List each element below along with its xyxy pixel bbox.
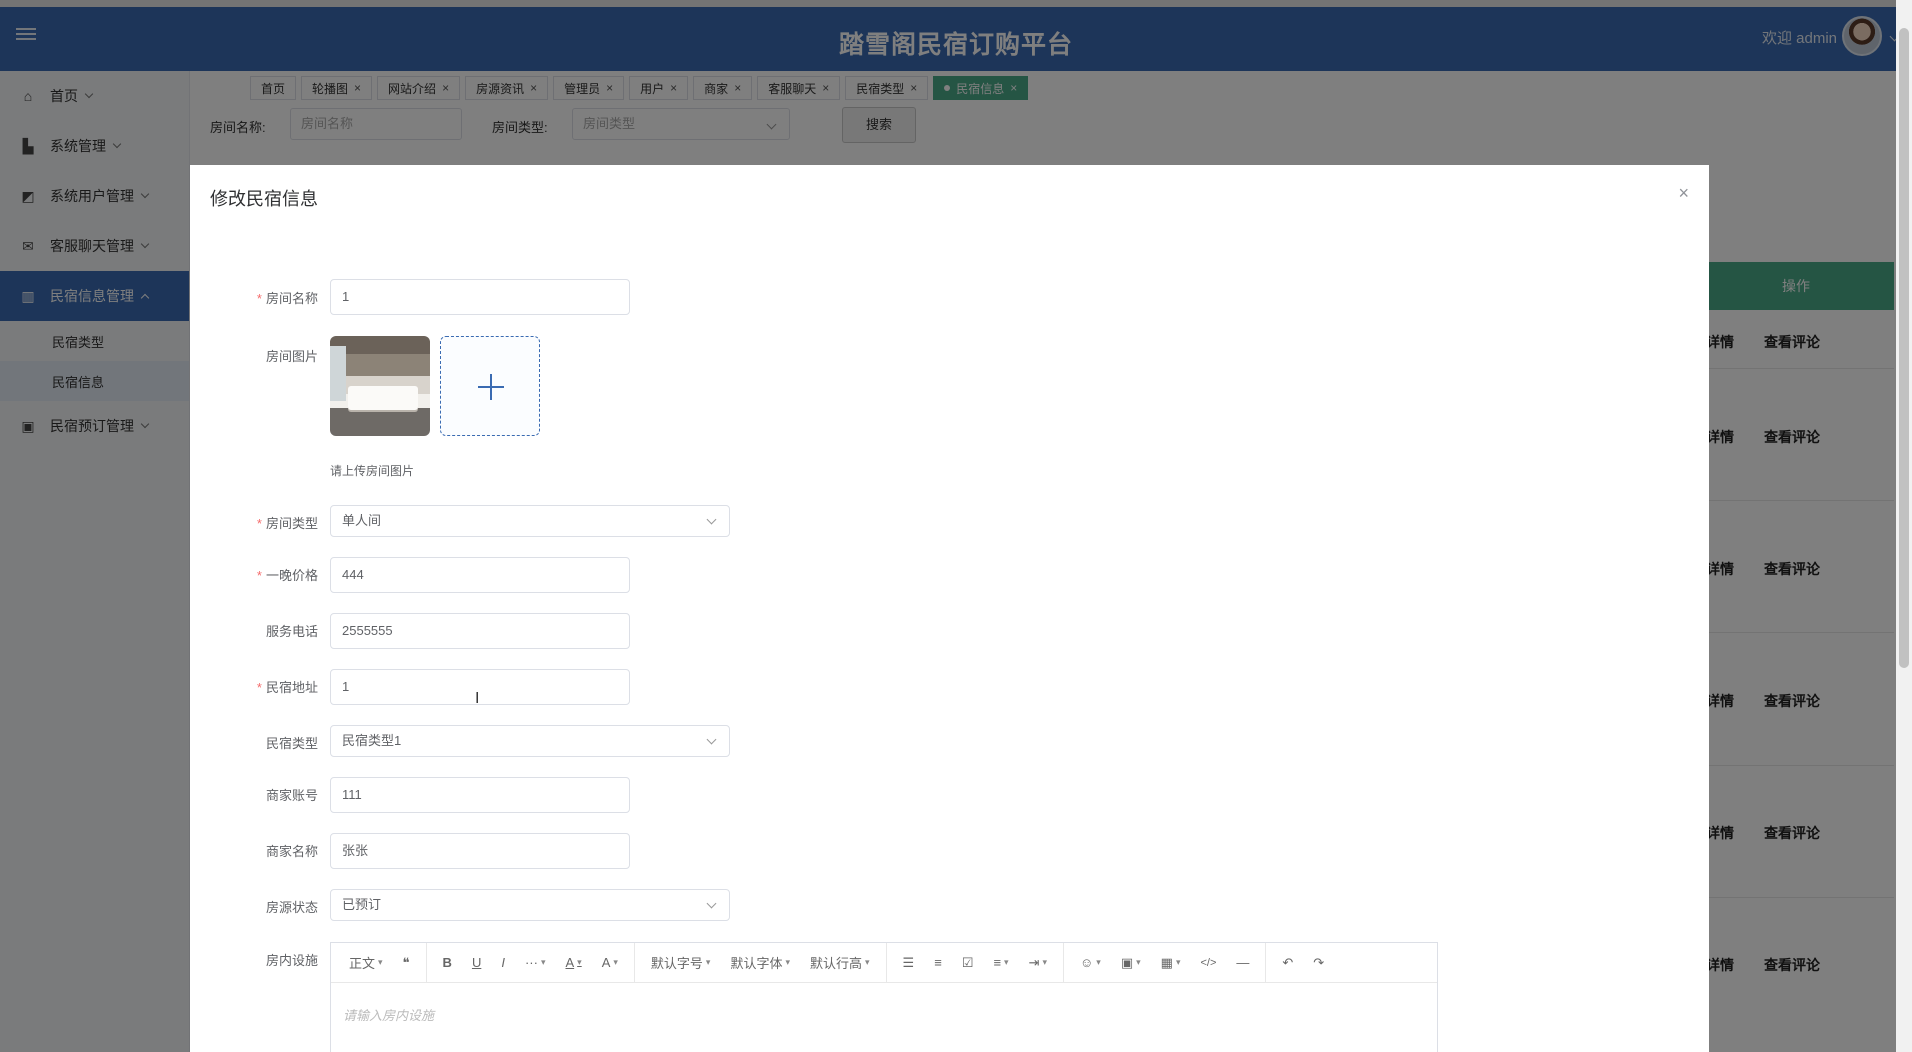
form-row-facilities: 房内设施 正文 ❝ B U I ··· A A 默认字号 默认字体 默认行高 ☰…	[190, 942, 1590, 1052]
form-row-room-image: 房间图片 请上传房间图片	[190, 336, 890, 478]
edit-homestay-dialog: 修改民宿信息 × * 房间名称 1 房间图片 请上传房间图片 * 房间类型 单人间 …	[190, 165, 1709, 1052]
room-name-label: * 房间名称	[256, 291, 318, 306]
editor-toolbar: 正文 ❝ B U I ··· A A 默认字号 默认字体 默认行高 ☰ ≡ ☑ …	[331, 942, 1437, 983]
bold-icon[interactable]: B	[433, 943, 462, 983]
room-type-select[interactable]: 单人间	[330, 505, 730, 537]
toolbar-divider	[425, 942, 427, 983]
font-size-select[interactable]: 默认字号	[641, 943, 721, 983]
font-family-select[interactable]: 默认字体	[720, 943, 800, 983]
scrollbar-thumb[interactable]	[1899, 28, 1909, 668]
todo-icon[interactable]: ☑	[952, 943, 984, 983]
room-name-label-text: 房间名称	[265, 291, 318, 306]
upload-tip: 请上传房间图片	[330, 464, 415, 478]
plus-icon-vertical	[490, 374, 492, 400]
emoji-icon[interactable]: ☺	[1070, 943, 1111, 983]
line-height-select[interactable]: 默认行高	[800, 943, 880, 983]
room-photo-bed	[348, 386, 418, 410]
merchant-name-input[interactable]: 张张	[330, 833, 630, 869]
facilities-rich-editor[interactable]: 正文 ❝ B U I ··· A A 默认字号 默认字体 默认行高 ☰ ≡ ☑ …	[330, 942, 1438, 1052]
page-scrollbar[interactable]	[1896, 0, 1912, 1052]
background-color-icon[interactable]: A	[592, 943, 628, 983]
room-image-thumbnail[interactable]	[330, 336, 430, 436]
dialog-title: 修改民宿信息	[210, 189, 318, 209]
form-row-room-type: * 房间类型 单人间	[190, 505, 890, 539]
text-cursor-icon: I	[475, 690, 480, 707]
numbered-list-icon[interactable]: ≡	[924, 943, 952, 983]
editor-placeholder[interactable]: 请输入房内设施	[331, 983, 1437, 1046]
room-type-value: 单人间	[342, 513, 382, 528]
form-row-room-name: * 房间名称 1	[190, 279, 890, 315]
italic-icon[interactable]: I	[491, 943, 515, 983]
close-icon[interactable]: ×	[1678, 183, 1689, 204]
chevron-down-icon	[706, 514, 717, 525]
merchant-account-label: 商家账号	[265, 788, 318, 803]
status-select[interactable]: 已预订	[330, 889, 730, 921]
status-value: 已预订	[342, 897, 382, 912]
toolbar-divider	[1063, 942, 1064, 983]
undo-icon[interactable]: ↶	[1272, 943, 1303, 983]
chevron-down-icon	[706, 898, 717, 909]
form-row-address: * 民宿地址 1	[190, 669, 890, 705]
address-label-text: 民宿地址	[265, 680, 318, 695]
price-label-text: 一晚价格	[265, 568, 318, 583]
homestay-type-label: 民宿类型	[265, 736, 318, 751]
merchant-name-label: 商家名称	[265, 844, 318, 859]
upload-image-button[interactable]	[440, 336, 540, 436]
indent-icon[interactable]: ⇥	[1019, 943, 1057, 983]
toolbar-divider	[1265, 942, 1267, 983]
phone-label: 服务电话	[265, 624, 318, 639]
price-label: * 一晚价格	[256, 568, 318, 583]
homestay-type-value: 民宿类型1	[342, 733, 402, 748]
room-photo-window	[330, 346, 346, 401]
table-icon[interactable]: ▦	[1151, 943, 1191, 983]
room-type-label: * 房间类型	[256, 516, 318, 531]
homestay-type-select[interactable]: 民宿类型1	[330, 725, 730, 757]
room-image-label: 房间图片	[265, 349, 318, 364]
facilities-label: 房内设施	[265, 953, 318, 968]
paragraph-style-button[interactable]: 正文	[339, 943, 393, 983]
font-color-icon[interactable]: A	[555, 943, 591, 983]
quote-icon[interactable]: ❝	[393, 943, 420, 983]
form-row-merchant-account: 商家账号 111	[190, 777, 890, 813]
room-name-input[interactable]: 1	[330, 279, 630, 315]
underline-icon[interactable]: U	[462, 943, 491, 983]
chevron-down-icon	[706, 734, 717, 745]
code-icon[interactable]: </>	[1190, 943, 1226, 983]
redo-icon[interactable]: ↷	[1303, 943, 1334, 983]
price-input[interactable]: 444	[330, 557, 630, 593]
form-row-status: 房源状态 已预订	[190, 889, 890, 923]
merchant-account-input[interactable]: 111	[330, 777, 630, 813]
form-row-phone: 服务电话 2555555	[190, 613, 890, 649]
room-type-label-text: 房间类型	[265, 516, 318, 531]
toolbar-divider	[885, 942, 887, 983]
toolbar-divider	[633, 942, 635, 983]
status-label: 房源状态	[265, 900, 318, 915]
more-styles-icon[interactable]: ···	[515, 943, 556, 983]
form-row-price: * 一晚价格 444	[190, 557, 890, 593]
divider-icon[interactable]: —	[1226, 943, 1259, 983]
form-row-homestay-type: 民宿类型 民宿类型1	[190, 725, 890, 759]
address-label: * 民宿地址	[256, 680, 318, 695]
phone-input[interactable]: 2555555	[330, 613, 630, 649]
form-row-merchant-name: 商家名称 张张	[190, 833, 890, 869]
align-icon[interactable]: ≡	[983, 943, 1018, 983]
image-icon[interactable]: ▣	[1111, 943, 1151, 983]
bullet-list-icon[interactable]: ☰	[893, 943, 925, 983]
